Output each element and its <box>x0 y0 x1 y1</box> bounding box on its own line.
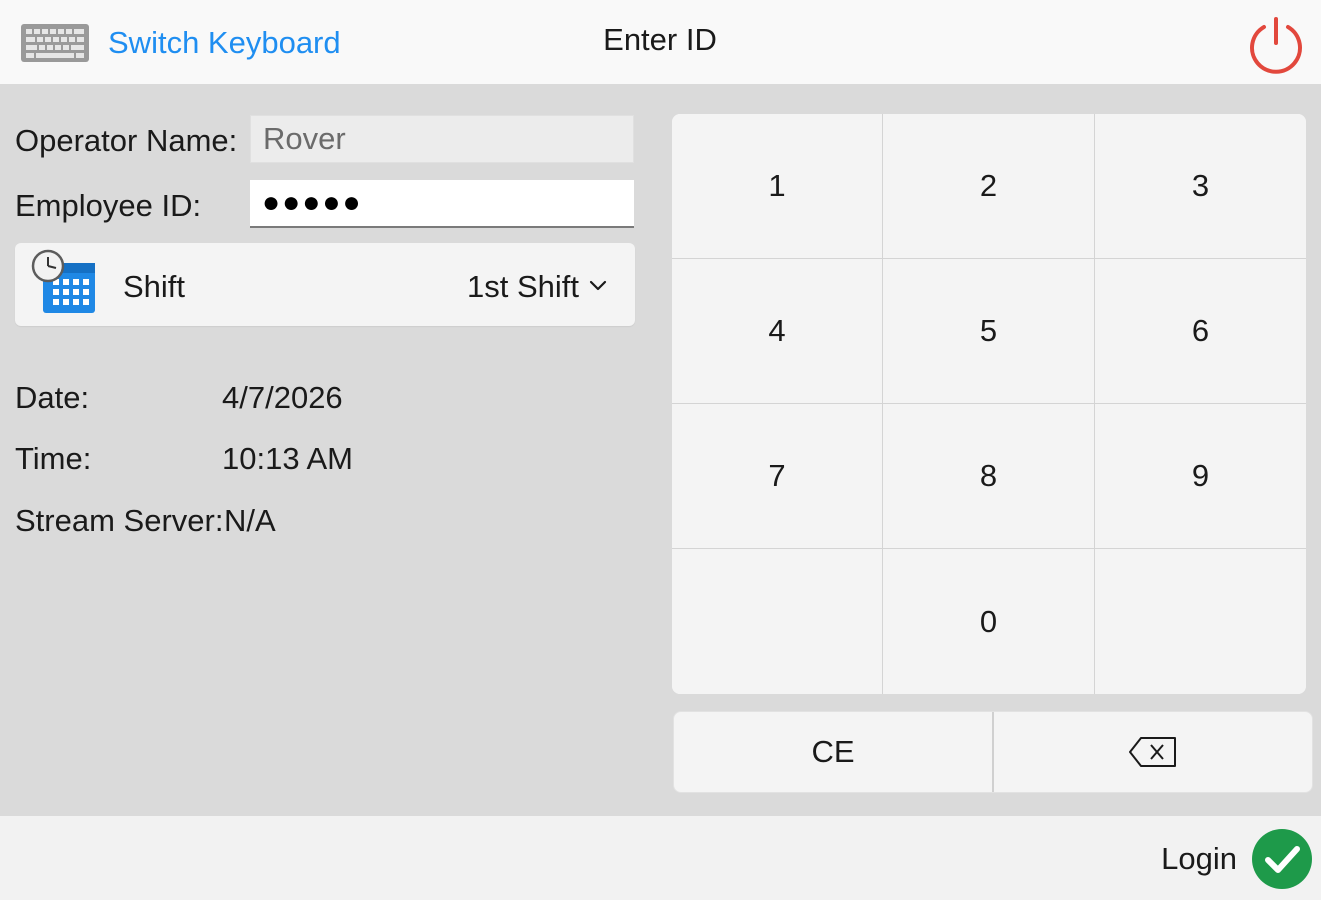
shift-selector[interactable]: Shift 1st Shift <box>15 243 635 326</box>
keyboard-icon <box>21 24 89 62</box>
employee-id-field[interactable]: ●●●●● <box>250 180 634 228</box>
shift-label: Shift <box>123 269 186 304</box>
switch-keyboard-label: Switch Keyboard <box>108 25 341 60</box>
power-icon[interactable] <box>1244 13 1308 77</box>
login-button[interactable]: Login <box>1143 828 1313 890</box>
key-5[interactable]: 5 <box>883 259 1095 404</box>
key-6[interactable]: 6 <box>1095 259 1306 404</box>
employee-id-label: Employee ID: <box>15 188 202 223</box>
backspace-button[interactable] <box>994 712 1312 792</box>
numeric-keypad: 1 2 3 4 5 6 7 8 9 0 <box>672 114 1306 694</box>
key-blank-left <box>672 549 883 694</box>
key-0[interactable]: 0 <box>883 549 1095 694</box>
time-label: Time: <box>15 441 92 476</box>
key-3[interactable]: 3 <box>1095 114 1306 259</box>
clear-entry-label: CE <box>811 734 855 769</box>
backspace-icon <box>1129 737 1176 767</box>
calendar-clock-icon <box>31 249 95 313</box>
key-blank-right <box>1095 549 1306 694</box>
footer-bar: Login <box>0 816 1321 900</box>
date-label: Date: <box>15 380 90 415</box>
key-8[interactable]: 8 <box>883 404 1095 549</box>
key-7[interactable]: 7 <box>672 404 883 549</box>
stream-server-label: Stream Server: <box>15 503 224 538</box>
switch-keyboard-button[interactable]: Switch Keyboard <box>14 14 354 72</box>
key-2[interactable]: 2 <box>883 114 1095 259</box>
chevron-down-icon <box>589 280 607 291</box>
shift-selected-value: 1st Shift <box>467 269 579 304</box>
key-9[interactable]: 9 <box>1095 404 1306 549</box>
time-value: 10:13 AM <box>222 441 353 476</box>
keypad-actions: CE <box>673 711 1313 793</box>
login-label: Login <box>1161 841 1237 876</box>
operator-name-field[interactable] <box>250 115 634 163</box>
header-bar: Switch Keyboard Enter ID <box>0 0 1321 84</box>
key-1[interactable]: 1 <box>672 114 883 259</box>
stream-server-value: N/A <box>224 503 276 538</box>
key-4[interactable]: 4 <box>672 259 883 404</box>
operator-name-label: Operator Name: <box>15 123 238 158</box>
clear-entry-button[interactable]: CE <box>674 712 994 792</box>
employee-id-value: ●●●●● <box>262 186 363 219</box>
page-title: Enter ID <box>603 22 717 57</box>
checkmark-circle-icon <box>1252 829 1312 889</box>
date-value: 4/7/2026 <box>222 380 343 415</box>
